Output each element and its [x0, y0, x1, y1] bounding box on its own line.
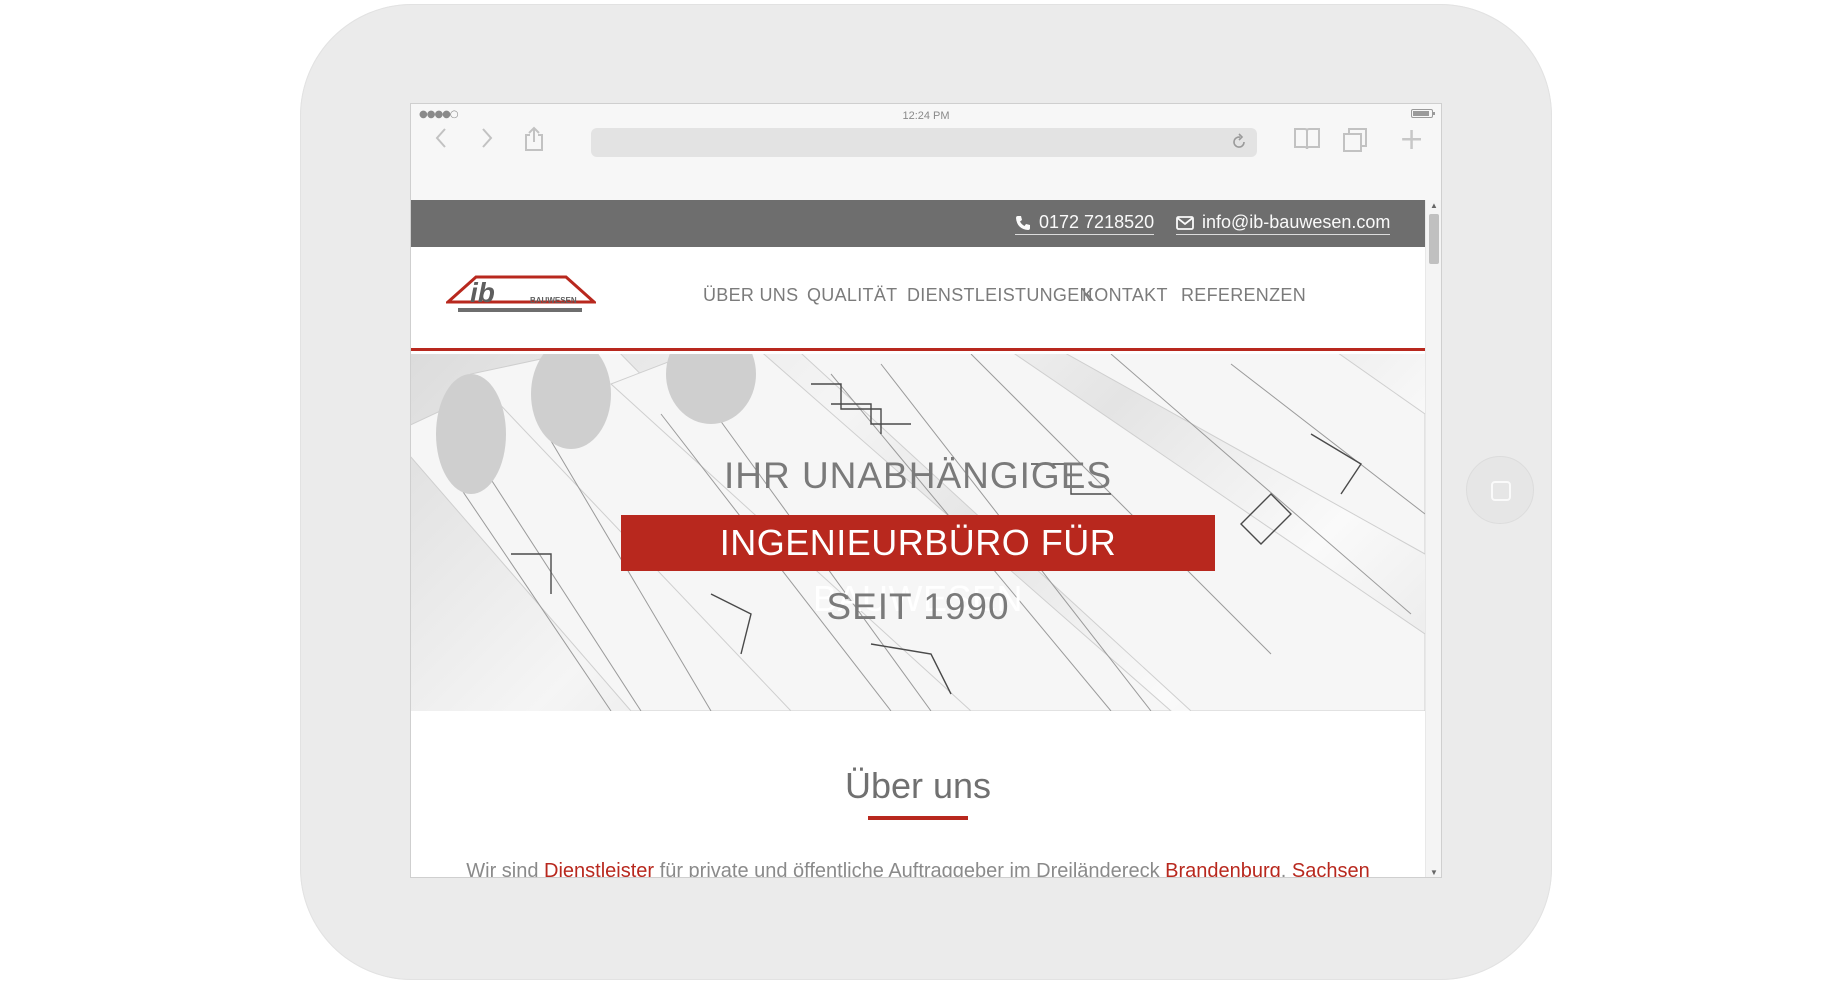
tablet-screen: ●●●●○ 12:24 PM + 0172 7218520 info@ib-ba…	[410, 103, 1442, 878]
link-sachsen[interactable]: Sachsen	[1292, 860, 1370, 877]
site-logo[interactable]: ib BAUWESEN	[444, 271, 598, 322]
hero-line-3: SEIT 1990	[826, 586, 1010, 627]
scroll-up-arrow-icon[interactable]: ▲	[1430, 202, 1438, 210]
scroll-down-arrow-icon[interactable]: ▼	[1430, 869, 1438, 877]
phone-link[interactable]: 0172 7218520	[1015, 212, 1155, 235]
email-link[interactable]: info@ib-bauwesen.com	[1176, 212, 1391, 235]
phone-number: 0172 7218520	[1039, 212, 1155, 232]
about-text-part: Wir sind	[466, 860, 545, 878]
book-icon[interactable]	[1293, 126, 1321, 152]
logo-text: BAUWESEN	[530, 296, 577, 305]
nav-kontakt[interactable]: KONTAKT	[1082, 285, 1168, 306]
hero-line-1: IHR UNABHÄNGIGES	[723, 455, 1113, 496]
website-viewport: 0172 7218520 info@ib-bauwesen.com ib BAU…	[411, 200, 1441, 878]
new-tab-button[interactable]: +	[1399, 124, 1424, 156]
contact-topbar: 0172 7218520 info@ib-bauwesen.com	[411, 200, 1425, 247]
about-title-underline	[868, 816, 968, 820]
nav-dienstleistungen[interactable]: DIENSTLEISTUNGEN	[907, 285, 1093, 306]
battery-icon	[1411, 109, 1435, 118]
status-time: 12:24 PM	[902, 110, 950, 122]
home-button[interactable]	[1466, 456, 1534, 524]
address-bar[interactable]	[591, 128, 1257, 157]
about-text-part: für private und öffentliche Auftraggeber…	[654, 860, 1166, 878]
hero-line-2: INGENIEURBÜRO FÜR BAUWESEN	[621, 515, 1215, 619]
tabs-icon[interactable]	[1341, 126, 1369, 154]
link-dienstleister[interactable]: Dienstleister	[544, 860, 654, 877]
browser-chrome: ●●●●○ 12:24 PM +	[411, 104, 1441, 201]
scroll-thumb[interactable]	[1429, 214, 1439, 264]
about-text-part: ,	[1280, 860, 1292, 878]
reload-icon[interactable]	[1231, 133, 1247, 156]
email-address: info@ib-bauwesen.com	[1202, 212, 1391, 232]
chevron-right-icon[interactable]	[479, 126, 495, 150]
hero-banner: IHR UNABHÄNGIGES INGENIEURBÜRO FÜR BAUWE…	[411, 354, 1425, 711]
page-scrollbar[interactable]: ▲ ▼	[1425, 200, 1441, 877]
nav-referenzen[interactable]: REFERENZEN	[1181, 285, 1306, 306]
logo-mark: ib	[470, 277, 495, 308]
about-title: Über uns	[844, 765, 992, 806]
share-icon[interactable]	[523, 126, 545, 152]
home-square-icon	[1491, 481, 1511, 501]
nav-ueber-uns[interactable]: ÜBER UNS	[703, 285, 798, 306]
link-brandenburg[interactable]: Brandenburg	[1165, 860, 1281, 877]
nav-qualitaet[interactable]: QUALITÄT	[807, 285, 897, 306]
main-navbar: ib BAUWESEN ÜBER UNS QUALITÄT DIENSTLEIS…	[411, 247, 1425, 351]
envelope-icon	[1176, 215, 1194, 230]
phone-icon	[1016, 215, 1030, 230]
chevron-left-icon[interactable]	[433, 126, 449, 150]
about-intro-text: Wir sind Dienstleister für private und ö…	[411, 860, 1425, 878]
